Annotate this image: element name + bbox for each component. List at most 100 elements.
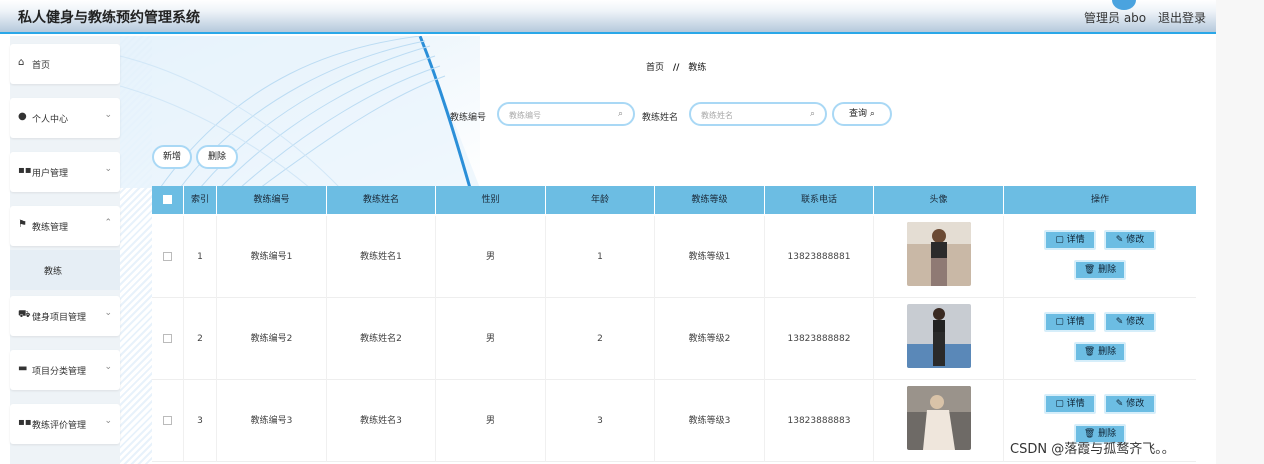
sidebar-item-coach-management[interactable]: ⚑ 教练管理 ⌃ — [10, 206, 120, 246]
cell-gender: 男 — [436, 380, 546, 462]
cell-name: 教练姓名3 — [327, 380, 436, 462]
delete-button-label: 删除 — [1098, 265, 1117, 275]
delete-button-label: 删除 — [1098, 347, 1117, 357]
box-icon: ▬ — [18, 363, 28, 374]
cell-name: 教练姓名1 — [327, 216, 436, 298]
coach-avatar-image — [907, 222, 971, 286]
sidebar-item-home[interactable]: ⌂ 首页 — [10, 44, 120, 84]
person-icon: ● — [18, 111, 27, 122]
chevron-down-icon: ⌄ — [104, 308, 112, 318]
detail-button[interactable]: ▢ 详情 — [1044, 312, 1096, 332]
select-all-cell — [152, 186, 184, 214]
cell-phone: 13823888881 — [765, 216, 874, 298]
row-select-cell — [152, 216, 184, 298]
cell-code: 教练编号1 — [217, 216, 327, 298]
home-icon: ⌂ — [18, 57, 25, 68]
cell-level: 教练等级2 — [655, 298, 765, 380]
delete-button[interactable]: 删除 — [196, 145, 238, 169]
query-button-label: 查询 — [849, 109, 868, 119]
edit-button[interactable]: ✎ 修改 — [1104, 394, 1156, 414]
cell-age: 1 — [546, 216, 655, 298]
row-checkbox[interactable] — [163, 416, 172, 425]
chevron-down-icon: ⌄ — [104, 416, 112, 426]
cell-gender: 男 — [436, 216, 546, 298]
cell-age: 2 — [546, 298, 655, 380]
sidebar-item-coach-reviews[interactable]: ▪▪ 教练评价管理 ⌄ — [10, 404, 120, 444]
breadcrumb-current: 教练 — [688, 63, 707, 73]
sidebar-item-project-categories[interactable]: ▬ 项目分类管理 ⌄ — [10, 350, 120, 390]
table-row: 2 教练编号2 教练姓名2 男 2 教练等级2 13823888882 ▢ 详情… — [152, 298, 1196, 380]
table-row: 1 教练编号1 教练姓名1 男 1 教练等级1 13823888881 ▢ 详情… — [152, 216, 1196, 298]
cell-name: 教练姓名2 — [327, 298, 436, 380]
chevron-down-icon: ⌄ — [104, 362, 112, 372]
grid-icon: ▪▪ — [18, 165, 32, 176]
col-header-index: 索引 — [184, 186, 217, 214]
app-title: 私人健身与教练预约管理系统 — [18, 10, 200, 26]
cell-actions: ▢ 详情 ✎ 修改 🗑 删除 — [1004, 298, 1196, 380]
grid-icon: ▪▪ — [18, 417, 32, 428]
search-code-input[interactable]: 教练编号 ⌕ — [497, 102, 635, 126]
sidebar-subitem-coach[interactable]: 教练 — [10, 250, 120, 290]
breadcrumb-separator: // — [672, 63, 680, 73]
search-code-label: 教练编号 — [450, 113, 487, 123]
sidebar-item-users[interactable]: ▪▪ 用户管理 ⌄ — [10, 152, 120, 192]
detail-button-label: 详情 — [1066, 235, 1085, 245]
cell-avatar — [874, 380, 1004, 462]
breadcrumb-home[interactable]: 首页 — [646, 63, 664, 73]
search-icon: ⌕ — [809, 109, 815, 119]
col-header-avatar: 头像 — [874, 186, 1004, 214]
search-code-placeholder: 教练编号 — [509, 111, 541, 120]
cell-phone: 13823888883 — [765, 380, 874, 462]
row-delete-button[interactable]: 🗑 删除 — [1074, 342, 1126, 362]
row-delete-button[interactable]: 🗑 删除 — [1074, 260, 1126, 280]
search-name-input[interactable]: 教练姓名 ⌕ — [689, 102, 827, 126]
car-icon: ⛟ — [18, 309, 31, 320]
sidebar-item-personal-center[interactable]: ● 个人中心 ⌄ — [10, 98, 120, 138]
sidebar-item-label: 首页 — [32, 61, 51, 71]
edit-button[interactable]: ✎ 修改 — [1104, 312, 1156, 332]
cell-code: 教练编号3 — [217, 380, 327, 462]
breadcrumb: 首页 // 教练 — [646, 60, 706, 73]
cell-index: 2 — [184, 298, 217, 380]
query-button[interactable]: 查询 ⌕ — [832, 102, 892, 126]
row-checkbox[interactable] — [163, 252, 172, 261]
top-bar: 私人健身与教练预约管理系统 管理员 abo 退出登录 — [0, 0, 1216, 34]
sidebar-item-label: 项目分类管理 — [32, 367, 87, 377]
col-header-gender: 性别 — [436, 186, 546, 214]
logout-link[interactable]: 退出登录 — [1158, 9, 1206, 26]
search-icon: ⌕ — [617, 109, 623, 119]
row-checkbox[interactable] — [163, 334, 172, 343]
col-header-age: 年龄 — [546, 186, 655, 214]
sidebar-item-label: 健身项目管理 — [32, 313, 87, 323]
col-header-name: 教练姓名 — [327, 186, 436, 214]
sidebar-item-label: 用户管理 — [32, 169, 69, 179]
edit-button[interactable]: ✎ 修改 — [1104, 230, 1156, 250]
edit-button-label: 修改 — [1126, 399, 1145, 409]
add-button[interactable]: 新增 — [152, 145, 192, 169]
search-name-placeholder: 教练姓名 — [701, 111, 733, 120]
cell-code: 教练编号2 — [217, 298, 327, 380]
decorative-blob — [1216, 0, 1264, 464]
flag-icon: ⚑ — [18, 219, 27, 230]
detail-button[interactable]: ▢ 详情 — [1044, 230, 1096, 250]
sidebar-item-fitness-projects[interactable]: ⛟ 健身项目管理 ⌄ — [10, 296, 120, 336]
cell-actions: ▢ 详情 ✎ 修改 🗑 删除 — [1004, 216, 1196, 298]
sidebar: ⌂ 首页 ● 个人中心 ⌄ ▪▪ 用户管理 ⌄ ⚑ 教练管理 ⌃ 教练 ⛟ 健身… — [10, 36, 120, 464]
row-select-cell — [152, 380, 184, 462]
app-window: 私人健身与教练预约管理系统 管理员 abo 退出登录 ⌂ 首页 ● 个人中心 ⌄… — [0, 0, 1216, 464]
col-header-actions: 操作 — [1090, 195, 1109, 205]
chevron-down-icon: ⌄ — [104, 164, 112, 174]
cell-level: 教练等级3 — [655, 380, 765, 462]
current-user[interactable]: 管理员 abo — [1084, 9, 1146, 26]
search-icon: ⌕ — [869, 109, 875, 119]
cell-phone: 13823888882 — [765, 298, 874, 380]
cell-age: 3 — [546, 380, 655, 462]
cell-avatar — [874, 216, 1004, 298]
detail-button[interactable]: ▢ 详情 — [1044, 394, 1096, 414]
table-header: 索引 教练编号 教练姓名 性别 年龄 教练等级 联系电话 头像 操作 — [152, 186, 1196, 214]
watermark-text: CSDN @落霞与孤鹜齐飞。。 — [1010, 442, 1175, 457]
select-all-checkbox[interactable] — [163, 195, 172, 204]
cell-index: 1 — [184, 216, 217, 298]
row-select-cell — [152, 298, 184, 380]
sidebar-item-label: 教练管理 — [32, 223, 69, 233]
